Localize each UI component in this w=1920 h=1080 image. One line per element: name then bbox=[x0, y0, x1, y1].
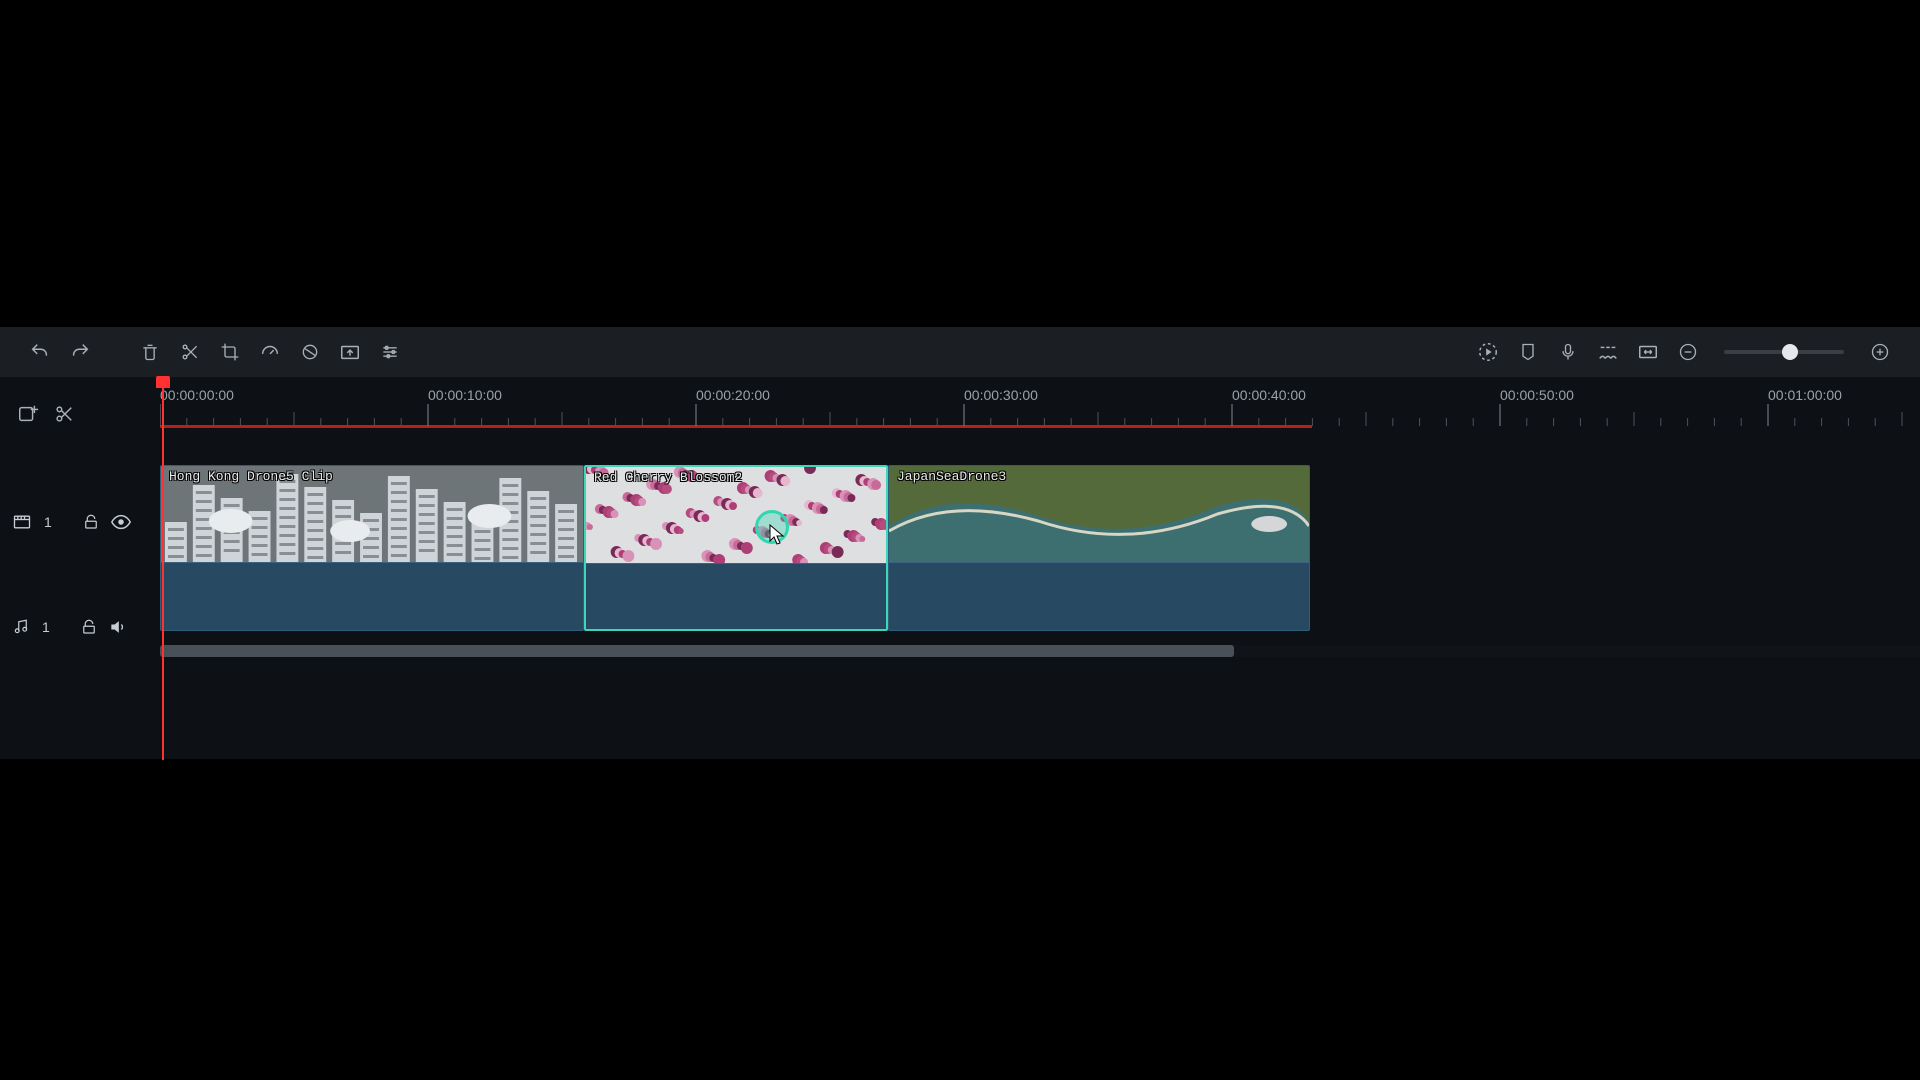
timeline-horizontal-scrollbar[interactable] bbox=[160, 645, 1920, 657]
timeline-zoom-slider[interactable] bbox=[1724, 350, 1844, 354]
ruler-time-label: 00:00:50:00 bbox=[1500, 387, 1574, 403]
clip-audio-lane bbox=[161, 562, 583, 630]
timeline-tracks-area[interactable]: Hong Kong Drone5 Clip Red Cherry Blossom2… bbox=[160, 437, 1920, 737]
render-preview-button[interactable] bbox=[1468, 327, 1508, 377]
toggle-razor-button[interactable] bbox=[46, 389, 82, 439]
timeline-clip[interactable]: Red Cherry Blossom2 bbox=[584, 465, 888, 631]
export-frame-button[interactable] bbox=[330, 327, 370, 377]
ruler-time-label: 00:00:20:00 bbox=[696, 387, 770, 403]
timeline-toolbar bbox=[0, 327, 1920, 377]
record-voiceover-button[interactable] bbox=[1548, 327, 1588, 377]
ruler-time-label: 00:00:40:00 bbox=[1232, 387, 1306, 403]
audio-mixer-button[interactable] bbox=[1588, 327, 1628, 377]
lock-track-button[interactable] bbox=[82, 513, 100, 531]
ruler-time-label: 00:00:10:00 bbox=[428, 387, 502, 403]
add-marker-button[interactable] bbox=[1508, 327, 1548, 377]
video-track-header[interactable]: 1 bbox=[0, 437, 160, 607]
video-track-row[interactable]: Hong Kong Drone5 Clip Red Cherry Blossom2… bbox=[160, 465, 1920, 633]
zoom-slider-handle[interactable] bbox=[1782, 344, 1798, 360]
color-correction-button[interactable] bbox=[290, 327, 330, 377]
zoom-to-fit-button[interactable] bbox=[1628, 327, 1668, 377]
clip-label: Red Cherry Blossom2 bbox=[594, 470, 742, 485]
clip-label: JapanSeaDrone3 bbox=[897, 469, 1006, 484]
timeline-clip[interactable]: Hong Kong Drone5 Clip bbox=[160, 465, 584, 631]
mute-track-button[interactable] bbox=[108, 617, 128, 637]
audio-track-icon bbox=[12, 618, 30, 636]
timeline-panel: 00:00:00:00 00:00:10:00 00:00:20:00 00:00:3… bbox=[0, 327, 1920, 759]
zoom-in-button[interactable] bbox=[1860, 327, 1900, 377]
scrollbar-thumb[interactable] bbox=[160, 645, 1234, 657]
delete-button[interactable] bbox=[130, 327, 170, 377]
clip-audio-lane bbox=[889, 562, 1309, 630]
crop-button[interactable] bbox=[210, 327, 250, 377]
adjust-properties-button[interactable] bbox=[370, 327, 410, 377]
speed-button[interactable] bbox=[250, 327, 290, 377]
timeline-ruler[interactable]: 00:00:00:00 00:00:10:00 00:00:20:00 00:00:3… bbox=[160, 382, 1920, 430]
ruler-time-label: 00:00:00:00 bbox=[160, 387, 234, 403]
redo-button[interactable] bbox=[60, 327, 100, 377]
audio-track-header[interactable]: 1 bbox=[0, 607, 160, 647]
audio-track-number: 1 bbox=[42, 619, 50, 635]
ruler-time-label: 00:01:00:00 bbox=[1768, 387, 1842, 403]
undo-button[interactable] bbox=[20, 327, 60, 377]
clip-label: Hong Kong Drone5 Clip bbox=[169, 469, 333, 484]
ruler-time-label: 00:00:30:00 bbox=[964, 387, 1038, 403]
video-track-icon bbox=[12, 512, 32, 532]
clip-audio-lane bbox=[586, 563, 886, 629]
track-visibility-button[interactable] bbox=[110, 511, 132, 533]
lock-audio-track-button[interactable] bbox=[80, 618, 98, 636]
cursor-icon bbox=[769, 524, 787, 546]
video-track-number: 1 bbox=[44, 514, 52, 530]
add-track-button[interactable] bbox=[10, 389, 46, 439]
playhead[interactable] bbox=[162, 380, 164, 760]
split-button[interactable] bbox=[170, 327, 210, 377]
zoom-out-button[interactable] bbox=[1668, 327, 1708, 377]
track-headers-column: 1 1 bbox=[0, 437, 160, 647]
timeline-clip[interactable]: JapanSeaDrone3 bbox=[888, 465, 1310, 631]
